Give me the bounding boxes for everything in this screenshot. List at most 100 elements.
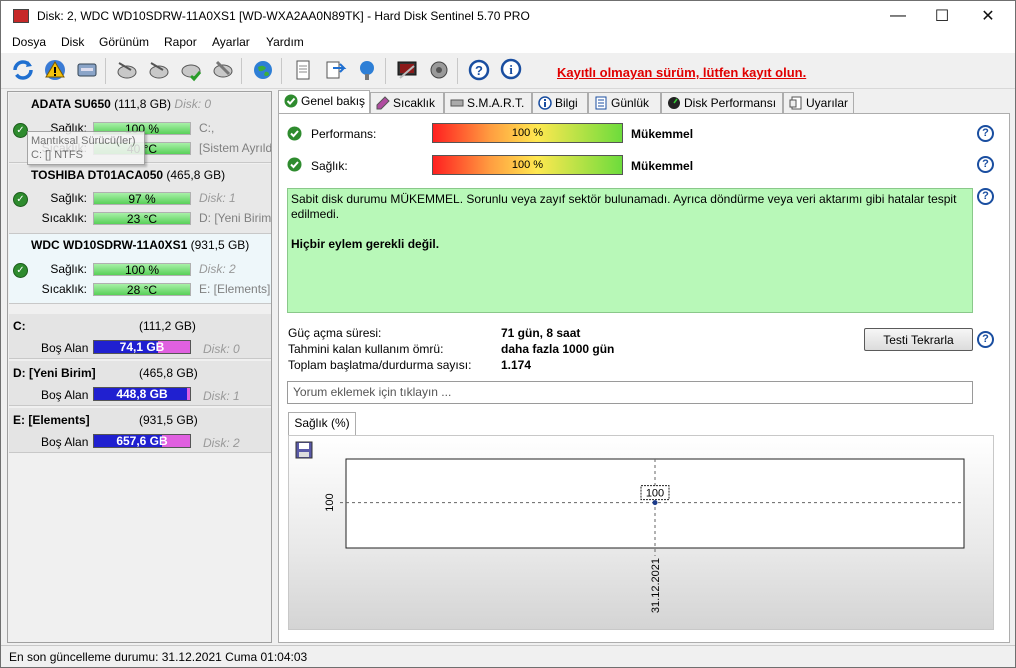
svg-text:?: ?	[475, 63, 483, 78]
health-label: Sağlık:	[50, 262, 87, 276]
volume-disk: Disk: 1	[203, 389, 240, 403]
tab-smart[interactable]: S.M.A.R.T.	[444, 92, 532, 113]
health-chart: 100 31.12.2021 100	[288, 435, 994, 630]
report-icon[interactable]	[289, 56, 317, 84]
app-window: Disk: 2, WDC WD10SDRW-11A0XS1 [WD-WXA2AA…	[0, 0, 1016, 668]
volume-disk: Disk: 2	[203, 436, 240, 450]
tab-label: Günlük	[611, 96, 650, 110]
health-value: 100 %	[511, 159, 544, 171]
disk-name: WDC WD10SDRW-11A0XS1 (931,5 GB)	[31, 238, 250, 252]
disk-test-icon[interactable]	[113, 56, 141, 84]
volume-size: (465,8 GB)	[139, 366, 198, 380]
surface-test-icon[interactable]	[145, 56, 173, 84]
volume-card-c[interactable]: C: (111,2 GB) Boş Alan 74,1 GB Disk: 0	[9, 314, 271, 359]
help-icon[interactable]: ?	[977, 125, 994, 142]
free-space-bar: 448,8 GB	[93, 387, 191, 401]
help-icon[interactable]: ?	[977, 188, 994, 205]
menu-report[interactable]: Rapor	[164, 35, 197, 49]
chart-canvas: 100 31.12.2021 100	[324, 458, 965, 613]
tooltip: Mantıksal Sürücü(ler) C: [] NTFS	[27, 131, 145, 165]
free-space-label: Boş Alan	[41, 388, 89, 402]
temperature-label: Sıcaklık:	[41, 282, 87, 296]
disk-card-1[interactable]: TOSHIBA DT01ACA050 (465,8 GB) ✓ Sağlık: …	[9, 164, 271, 234]
tab-temperature[interactable]: Sıcaklık	[370, 92, 444, 113]
disk-card-2[interactable]: WDC WD10SDRW-11A0XS1 (931,5 GB) ✓ Sağlık…	[9, 234, 271, 304]
disk-number: Disk: 2	[199, 262, 236, 276]
tab-overview[interactable]: Genel bakış	[278, 90, 370, 113]
settings-icon[interactable]	[393, 56, 421, 84]
help-icon[interactable]: ?	[977, 156, 994, 173]
status-message-box[interactable]: Sabit disk durumu MÜKEMMEL. Sorunlu veya…	[287, 188, 973, 313]
health-bar: 97 %	[93, 192, 191, 205]
network-globe-icon[interactable]	[249, 56, 277, 84]
toolbar: ? i	[1, 53, 1015, 89]
tab-label: Bilgi	[555, 96, 578, 110]
menu-file[interactable]: Dosya	[12, 35, 46, 49]
volume-size: (111,2 GB)	[139, 319, 196, 333]
disk-info-icon[interactable]	[73, 56, 101, 84]
sound-icon[interactable]	[425, 56, 453, 84]
free-space-value: 74,1 GB	[119, 340, 165, 354]
app-icon	[13, 9, 29, 23]
check-icon	[284, 94, 298, 108]
health-bar: 100 %	[93, 263, 191, 276]
volume-note: C:,	[199, 121, 215, 135]
free-space-bar: 657,6 GB	[93, 434, 191, 448]
tab-log[interactable]: Günlük	[588, 92, 661, 113]
retest-button[interactable]: Testi Tekrarla	[864, 328, 973, 351]
disk-check-icon[interactable]	[177, 56, 205, 84]
disk-list-panel: ADATA SU650 (111,8 GB) Disk: 0 ✓ Sağlık:…	[7, 91, 272, 643]
free-space-label: Boş Alan	[41, 341, 89, 355]
volume-size: (931,5 GB)	[139, 413, 198, 427]
performance-value: 100 %	[511, 127, 544, 139]
help-icon[interactable]: ?	[977, 331, 994, 348]
volume-card-d[interactable]: D: [Yeni Birim] (465,8 GB) Boş Alan 448,…	[9, 361, 271, 406]
start-stop-value: 1.174	[501, 358, 532, 372]
thermometer-icon	[376, 96, 390, 110]
disk-name: ADATA SU650 (111,8 GB) Disk: 0	[31, 97, 212, 111]
disk-name: TOSHIBA DT01ACA050 (465,8 GB)	[31, 168, 226, 182]
registration-link[interactable]: Kayıtlı olmayan sürüm, lütfen kayıt olun…	[557, 65, 806, 80]
log-icon	[595, 96, 607, 110]
disk-number: Disk: 1	[199, 191, 236, 205]
tab-label: Genel bakış	[301, 94, 366, 108]
comment-input[interactable]: Yorum eklemek için tıklayın ...	[287, 381, 973, 404]
send-report-icon[interactable]	[321, 56, 349, 84]
volume-note: [Sistem Ayrıldı]	[199, 141, 271, 155]
menu-settings[interactable]: Ayarlar	[212, 35, 250, 49]
maximize-button[interactable]: ☐	[919, 1, 965, 31]
start-stop-label: Toplam başlatma/durdurma sayısı:	[288, 358, 472, 372]
refresh-icon[interactable]	[9, 56, 37, 84]
tab-info[interactable]: Bilgi	[532, 92, 588, 113]
menu-view[interactable]: Görünüm	[99, 35, 149, 49]
tab-bar: Genel bakış Sıcaklık S.M.A.R.T. Bilgi Gü…	[278, 90, 1016, 113]
x-tick-label: 31.12.2021	[650, 558, 662, 613]
tab-disk-performance[interactable]: Disk Performansı	[661, 92, 783, 113]
performance-rating: Mükemmel	[631, 127, 694, 141]
power-on-label: Güç açma süresi:	[288, 326, 382, 340]
info-icon[interactable]: i	[497, 56, 525, 84]
close-button[interactable]: ✕	[965, 1, 1011, 31]
performance-label: Performans:	[311, 127, 377, 141]
tab-health-chart[interactable]: Sağlık (%)	[288, 412, 356, 435]
health-bar: 100 %	[432, 155, 623, 175]
volume-disk: Disk: 0	[203, 342, 240, 356]
tab-label: Uyarılar	[806, 96, 849, 110]
menu-help[interactable]: Yardım	[266, 35, 304, 49]
network-report-icon[interactable]	[353, 56, 381, 84]
free-space-value: 657,6 GB	[116, 434, 168, 448]
minimize-button[interactable]: —	[875, 1, 921, 31]
disk-icon	[450, 99, 464, 107]
help-icon[interactable]: ?	[465, 56, 493, 84]
volume-name: D: [Yeni Birim]	[13, 366, 96, 380]
volume-name: E: [Elements]	[13, 413, 90, 427]
menu-disk[interactable]: Disk	[61, 35, 84, 49]
remaining-life-label: Tahmini kalan kullanım ömrü:	[288, 342, 444, 356]
tab-alerts[interactable]: Uyarılar	[783, 92, 854, 113]
y-tick-label: 100	[324, 493, 336, 511]
alert-icon[interactable]	[41, 56, 69, 84]
data-point	[652, 500, 658, 506]
temperature-bar: 23 °C	[93, 212, 191, 225]
volume-card-e[interactable]: E: [Elements] (931,5 GB) Boş Alan 657,6 …	[9, 408, 271, 453]
disk-tools-icon[interactable]	[209, 56, 237, 84]
